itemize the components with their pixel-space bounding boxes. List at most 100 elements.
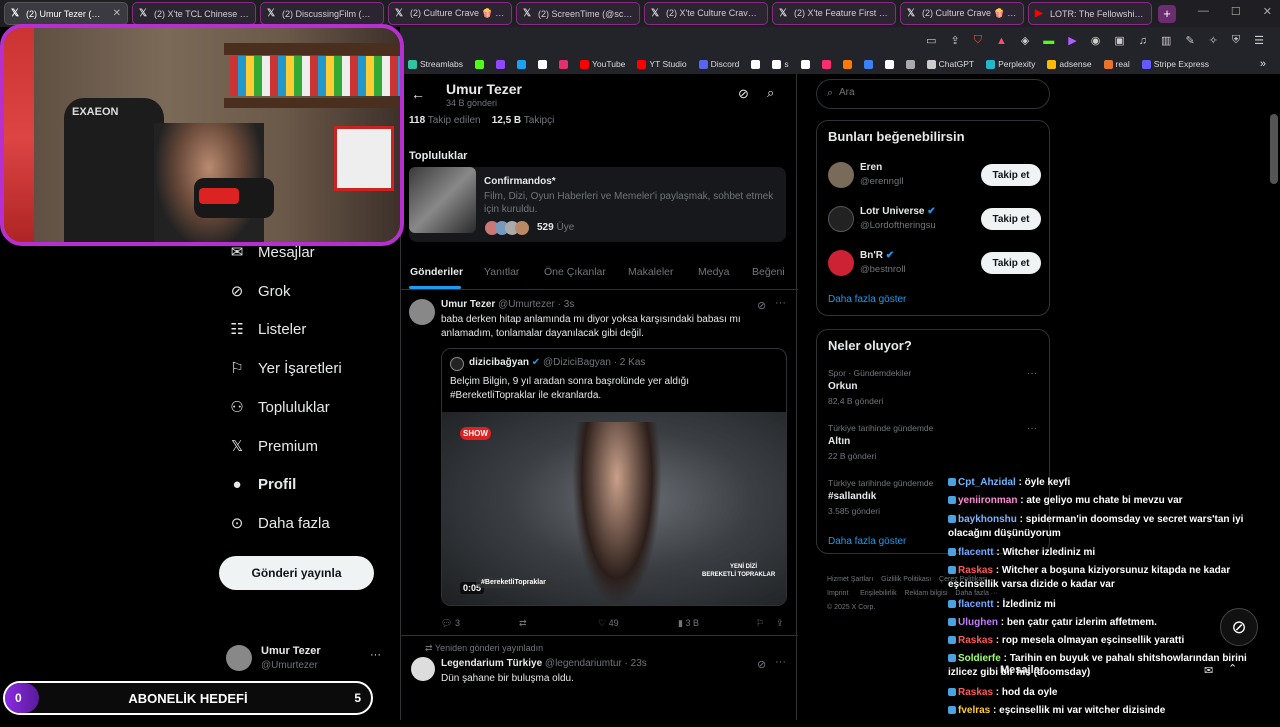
quote-tweet[interactable]: dizicibağyan ✔ @DiziciBagyan · 2 Kas Bel… [441, 348, 787, 606]
views-button[interactable]: ▮ 3 B [678, 618, 699, 629]
like-button[interactable]: ♡ 49 [598, 618, 619, 629]
bookmark-item[interactable]: Discord [698, 59, 739, 69]
share-icon[interactable]: ⇪ [776, 618, 784, 629]
nav-grok[interactable]: ⊘ Grok [228, 282, 291, 301]
tweet-author[interactable]: Legendarium Türkiye [441, 658, 542, 669]
grok-icon[interactable]: ⊘ [757, 299, 766, 312]
share-icon[interactable]: ⇪ [950, 34, 959, 47]
tab-likes[interactable]: Beğeni [752, 266, 785, 278]
footer-link[interactable]: Gizlilik Politikası [881, 576, 931, 583]
footer-link[interactable]: Hizmet Şartları [827, 576, 873, 583]
nav-premium[interactable]: 𝕏 Premium [228, 437, 318, 456]
bookmark-item[interactable]: Stripe Express [1141, 59, 1209, 69]
community-card[interactable]: Confirmandos* Film, Dizi, Oyun Haberleri… [409, 167, 786, 242]
bookmark-item[interactable]: Perplexity [986, 59, 1035, 69]
more-icon[interactable]: ··· [370, 649, 381, 661]
chat-username[interactable]: fvelras [958, 705, 990, 716]
bookmark-item[interactable] [475, 59, 484, 69]
extension-icon[interactable]: ▶ [1068, 34, 1076, 47]
tab-articles[interactable]: Makaleler [628, 266, 674, 278]
cast-icon[interactable]: ▭ [926, 34, 936, 47]
browser-tab[interactable]: 𝕏 (2) Umur Tezer (@Um ✕ [4, 2, 128, 25]
browser-tab[interactable]: 𝕏 (2) ScreenTime (@screenti [516, 2, 640, 25]
reply-button[interactable]: 💬︎ 3 [441, 618, 460, 629]
chat-username[interactable]: Cpt_Ahzidal [958, 477, 1016, 488]
new-tab-button[interactable]: + [1158, 4, 1176, 23]
bookmark-item[interactable] [538, 59, 547, 69]
search-icon[interactable]: ⌕ [767, 85, 774, 101]
bookmark-item[interactable]: adsense [1047, 59, 1092, 69]
more-icon[interactable]: ··· [775, 656, 786, 668]
bookmark-item[interactable] [559, 59, 568, 69]
chat-username[interactable]: Ulughen [958, 617, 998, 628]
following-count[interactable]: 118 [409, 115, 425, 126]
tweet[interactable]: Umur Tezer @Umurtezer · 3s ⊘ ··· baba de… [401, 291, 798, 636]
search-bar[interactable]: ⌕ [816, 79, 1050, 109]
wallet-icon[interactable]: ✎ [1185, 34, 1194, 47]
follow-button[interactable]: Takip et [981, 208, 1041, 230]
close-window-icon[interactable]: ✕ [1263, 5, 1272, 18]
bookmark-item[interactable]: ChatGPT [926, 59, 974, 69]
bookmark-item[interactable] [800, 59, 810, 69]
chat-username[interactable]: Raskas [958, 565, 993, 576]
grok-icon[interactable]: ⊘ [757, 658, 766, 671]
follow-button[interactable]: Takip et [981, 252, 1041, 274]
bookmark-item[interactable]: s [772, 59, 789, 69]
close-tab-icon[interactable]: ✕ [113, 8, 121, 19]
browser-tab[interactable]: 𝕏 (2) X'te TCL Chinese Theat [132, 2, 256, 25]
tab-posts[interactable]: Gönderiler [410, 266, 463, 278]
footer-link[interactable]: Reklam bilgisi [904, 590, 947, 597]
video-player[interactable]: SHOW 0:05 #BereketliTopraklar YENİ DİZİ … [442, 412, 786, 605]
suggestion-row[interactable]: Bn'R ✔ @bestnroll Takip et [817, 245, 1051, 285]
search-input[interactable] [839, 87, 1039, 98]
follow-button[interactable]: Takip et [981, 164, 1041, 186]
browser-tab[interactable]: 𝕏 (2) X'te Feature First 🍿 [772, 2, 896, 25]
expand-icon[interactable]: ⌃ [1228, 662, 1237, 675]
grok-icon[interactable]: ⊘ [738, 86, 749, 102]
show-more-link[interactable]: Daha fazla göster [828, 294, 906, 305]
maximize-icon[interactable]: ☐ [1231, 5, 1241, 18]
suggestion-row[interactable]: Eren @erenngll Takip et [817, 157, 1051, 197]
chat-username[interactable]: flacentt [958, 599, 994, 610]
footer-link[interactable]: Imprint [827, 590, 848, 597]
sidebar-icon[interactable]: ▥ [1161, 34, 1171, 47]
footer-link[interactable]: Erişilebilirlik [860, 590, 897, 597]
bookmark-item[interactable]: YouTube [580, 59, 625, 69]
browser-tab[interactable]: 𝕏 (2) X'te Culture Crave 🍿 [644, 2, 768, 25]
nav-profile[interactable]: ● Profil [228, 475, 296, 493]
chat-username[interactable]: Soldierfe [958, 653, 1001, 664]
messages-drawer-label[interactable]: Mesajlar [1000, 664, 1044, 676]
bookmark-item[interactable] [496, 59, 505, 69]
extension-icon[interactable]: ◉ [1091, 34, 1101, 47]
browser-tab[interactable]: 𝕏 (2) DiscussingFilm (@Disc [260, 2, 384, 25]
more-icon[interactable]: ··· [775, 297, 786, 309]
extension-icon[interactable]: ▣ [1114, 34, 1124, 47]
chat-username[interactable]: Raskas [958, 635, 993, 646]
chat-username[interactable]: yeniironman [958, 495, 1017, 506]
nav-lists[interactable]: ☷ Listeler [228, 320, 306, 339]
trend-item[interactable]: Türkiye tarihinde gündemde Altın 22 B gö… [817, 423, 1051, 467]
bookmark-icon[interactable]: ⚐ [756, 618, 764, 629]
bookmark-item[interactable] [821, 59, 831, 69]
nav-communities[interactable]: ⚇ Topluluklar [228, 398, 329, 417]
trend-item[interactable]: Spor · Gündemdekiler Orkun 82,4 B gönder… [817, 368, 1051, 412]
tab-replies[interactable]: Yanıtlar [484, 266, 519, 278]
music-icon[interactable]: ♫ [1139, 35, 1147, 47]
ai-icon[interactable]: ✧ [1209, 34, 1218, 47]
bookmark-item[interactable] [842, 59, 852, 69]
brave-shield-icon[interactable]: ⛉ [974, 34, 982, 47]
rewards-icon[interactable]: ▲ [996, 35, 1007, 47]
chat-username[interactable]: Raskas [958, 687, 993, 698]
followers-count[interactable]: 12,5 B [492, 115, 521, 126]
grok-fab-button[interactable]: ⊘ [1220, 608, 1258, 646]
post-button[interactable]: Gönderi yayınla [219, 556, 374, 590]
retweet-button[interactable]: ⇄ [519, 618, 527, 629]
show-more-link[interactable]: Daha fazla göster [828, 536, 906, 547]
bookmark-item[interactable] [884, 59, 894, 69]
menu-icon[interactable]: ☰ [1254, 34, 1264, 47]
new-message-icon[interactable]: ✉ [1204, 664, 1213, 677]
chat-username[interactable]: baykhonshu [958, 514, 1017, 525]
minimize-icon[interactable]: — [1198, 5, 1209, 18]
browser-tab[interactable]: ▶ LOTR: The Fellowship of T [1028, 2, 1152, 25]
browser-tab[interactable]: 𝕏 (2) Culture Crave 🍿 (@C [900, 2, 1024, 25]
